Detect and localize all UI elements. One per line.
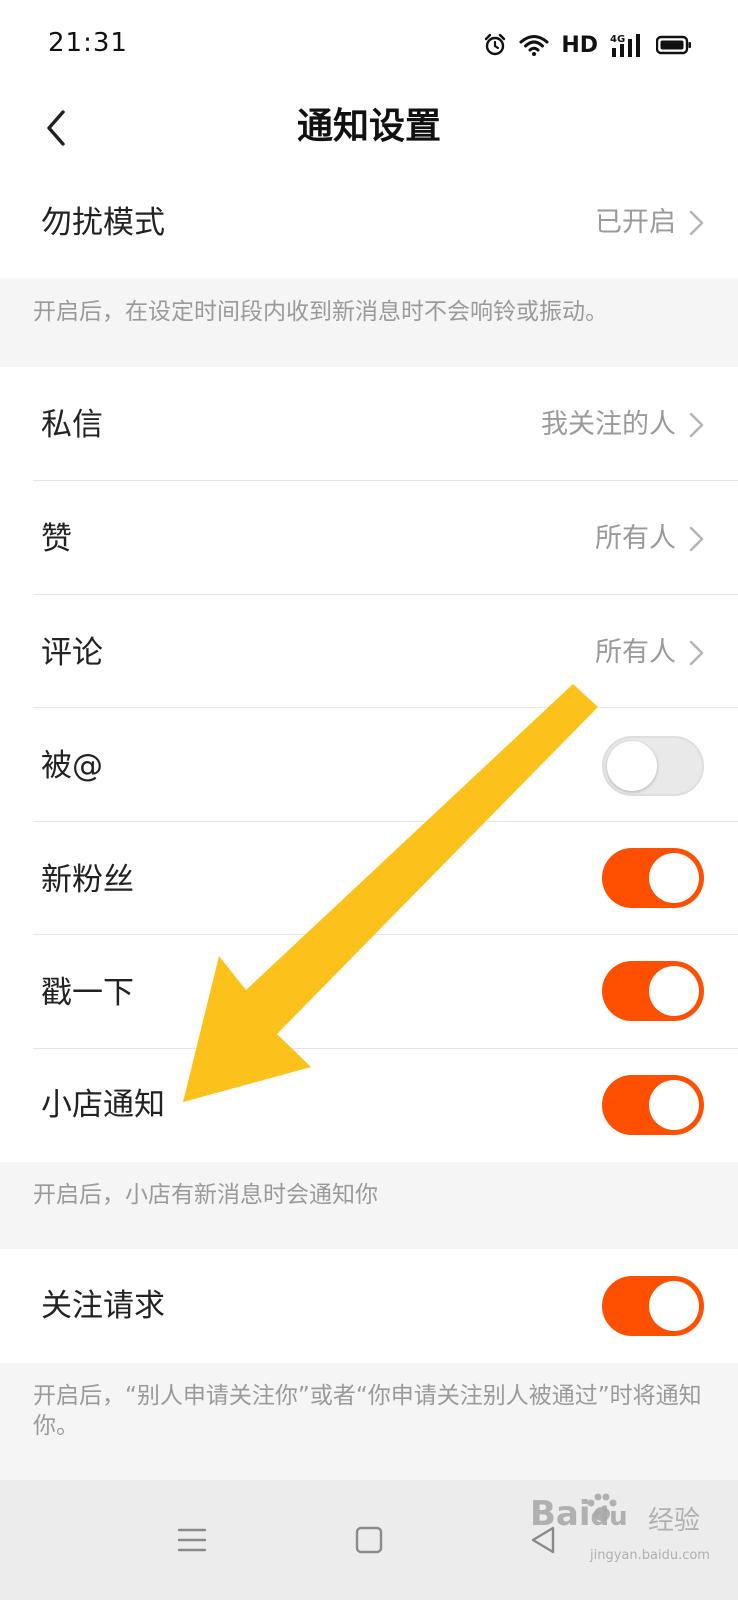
mentions-row: 被@ [0,708,738,824]
poke-label: 戳一下 [41,975,134,1011]
new-followers-row: 新粉丝 [0,822,738,938]
watermark-url: jingyan.baidu.com [590,1548,710,1563]
toggle-knob [607,741,657,791]
chevron-right-icon [689,526,704,552]
follow-request-row: 关注请求 [0,1249,738,1363]
dm-value: 我关注的人 [541,409,676,440]
follow-request-note: 开启后，“别人申请关注你”或者“你申请关注别人被通过”时将通知你。 [33,1383,702,1439]
dnd-group: 勿扰模式 已开启 [0,168,738,278]
hd-indicator: HD [561,32,598,58]
menu-button[interactable] [152,1500,232,1580]
notification-settings-group: 私信 我关注的人 赞 所有人 评论 所有人 被@ 新粉丝 戳一下 小店通知 [0,367,738,1162]
chevron-right-icon [689,412,704,438]
status-bar: 21:31 HD 4G [0,0,738,90]
dnd-value: 已开启 [595,207,676,238]
follow-request-toggle[interactable] [602,1276,704,1336]
alarm-icon [483,33,507,57]
poke-toggle[interactable] [602,961,704,1021]
battery-icon [656,35,692,55]
menu-icon [177,1528,207,1552]
network-type-label: 4G [610,34,625,45]
home-square-icon [355,1526,383,1554]
likes-row[interactable]: 赞 所有人 [0,481,738,597]
toggle-knob [649,1281,699,1331]
chevron-right-icon [689,210,704,236]
baidu-watermark: Baidu 经验 jingyan.baidu.com [530,1488,710,1580]
shop-label: 小店通知 [41,1087,165,1123]
chevron-right-icon [689,640,704,666]
nav-bar: 通知设置 [0,90,738,169]
toggle-knob [649,1080,699,1130]
follow-request-group: 关注请求 [0,1249,738,1363]
dnd-row[interactable]: 勿扰模式 已开启 [0,168,738,278]
dnd-label: 勿扰模式 [41,205,165,241]
dnd-note: 开启后，在设定时间段内收到新消息时不会响铃或振动。 [33,299,608,325]
likes-label: 赞 [41,521,72,557]
mentions-toggle[interactable] [602,736,704,796]
paw-icon [587,1493,617,1521]
dm-row[interactable]: 私信 我关注的人 [0,367,738,483]
poke-row: 戳一下 [0,935,738,1051]
comments-row[interactable]: 评论 所有人 [0,595,738,711]
watermark-product: 经验 [648,1506,701,1536]
new-followers-toggle[interactable] [602,848,704,908]
shop-row: 小店通知 [0,1049,738,1162]
shop-note: 开启后，小店有新消息时会通知你 [33,1182,378,1208]
page-title: 通知设置 [296,106,441,147]
mentions-label: 被@ [41,748,103,784]
signal-icon: 4G [610,32,644,58]
dm-label: 私信 [41,407,103,443]
comments-label: 评论 [41,635,103,671]
shop-toggle[interactable] [602,1075,704,1135]
wifi-icon [519,33,549,57]
likes-value: 所有人 [595,523,676,554]
toggle-knob [649,966,699,1016]
follow-request-label: 关注请求 [41,1288,165,1324]
home-button[interactable] [329,1500,409,1580]
comments-value: 所有人 [595,637,676,668]
toggle-knob [649,853,699,903]
new-followers-label: 新粉丝 [41,862,134,898]
status-time: 21:31 [48,28,128,58]
status-icons: HD 4G [483,30,692,60]
